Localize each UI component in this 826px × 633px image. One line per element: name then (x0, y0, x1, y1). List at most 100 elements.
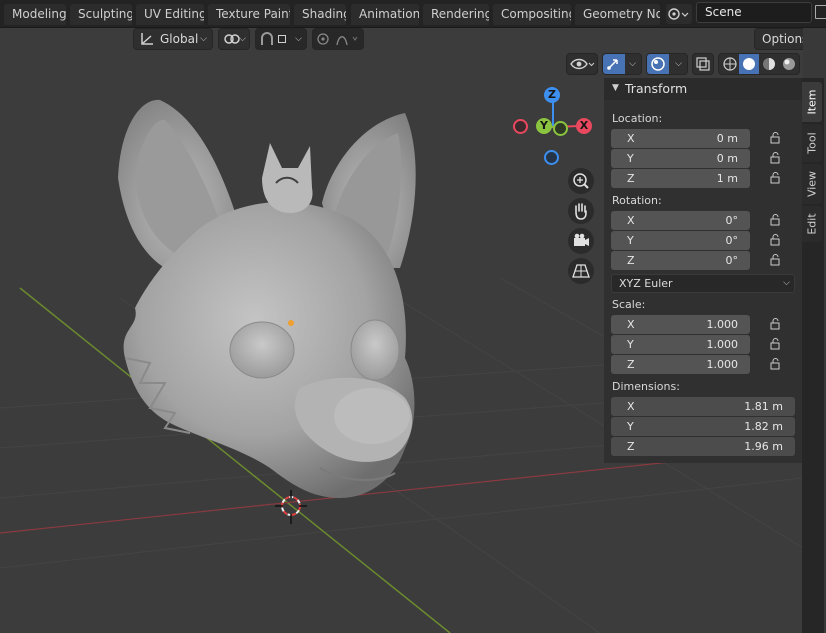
tab-modeling[interactable]: Modeling (4, 4, 66, 25)
field-value: 0° (725, 214, 739, 227)
scene-browse-button[interactable] (666, 4, 692, 24)
sidebar-tabs: Item Tool View Edit (802, 78, 824, 633)
scale-y-field[interactable]: Y 1.000 (611, 335, 750, 354)
location-x-field[interactable]: X 0 m (611, 129, 750, 148)
overlay-icon (651, 57, 665, 71)
dimensions-label: Dimensions: (612, 380, 680, 393)
chevron-down-icon: ⌵ (783, 278, 790, 288)
scene-icon (668, 8, 689, 20)
tab-shading[interactable]: Shading (294, 4, 346, 25)
scene-name-field[interactable]: Scene (696, 2, 812, 23)
tab-tool[interactable]: Tool (802, 124, 822, 162)
axis-label: X (627, 318, 635, 331)
chevron-down-icon: ⌵ (629, 59, 636, 69)
gizmo-y-axis[interactable]: Y (536, 118, 552, 134)
shading-solid-icon[interactable] (739, 54, 759, 74)
lock-icon[interactable] (770, 338, 782, 350)
tab-geometry-nodes[interactable]: Geometry Nod (575, 4, 660, 25)
tab-view[interactable]: View (802, 164, 822, 204)
axis-label: Y (627, 152, 634, 165)
tab-compositing[interactable]: Compositing (493, 4, 571, 25)
axis-label: X (627, 214, 635, 227)
lock-icon[interactable] (770, 234, 782, 246)
axis-label: Z (627, 440, 635, 453)
zoom-icon (573, 173, 589, 189)
tab-rendering[interactable]: Rendering (423, 4, 489, 25)
shading-material-icon[interactable] (759, 54, 779, 74)
field-value: 0° (725, 254, 739, 267)
perspective-toggle-button[interactable] (568, 258, 594, 284)
visibility-dropdown[interactable] (566, 53, 598, 75)
camera-view-button[interactable] (568, 228, 594, 254)
shading-mode-group (718, 53, 800, 75)
pivot-point-dropdown[interactable]: ⌵ (218, 28, 250, 50)
lock-icon[interactable] (770, 318, 782, 330)
orientation-label: Global (160, 32, 199, 46)
lock-icon[interactable] (770, 172, 782, 184)
lock-icon[interactable] (770, 152, 782, 164)
axis-label: Z (627, 358, 635, 371)
gizmo-neg-y-axis[interactable] (553, 121, 568, 136)
location-y-field[interactable]: Y 0 m (611, 149, 750, 168)
tab-item[interactable]: Item (802, 82, 822, 122)
pan-hand-icon (575, 203, 587, 220)
tab-sculpting[interactable]: Sculpting (70, 4, 132, 25)
field-value: 1.81 m (744, 400, 783, 413)
shading-rendered-icon[interactable] (779, 54, 799, 74)
lock-icon[interactable] (770, 358, 782, 370)
rotation-mode-dropdown[interactable]: XYZ Euler ⌵ (611, 274, 795, 293)
zoom-button[interactable] (568, 168, 594, 194)
fox-head-model[interactable] (118, 99, 416, 498)
gizmo-neg-x-axis[interactable] (513, 119, 528, 134)
lock-icon[interactable] (770, 214, 782, 226)
pan-button[interactable] (568, 198, 594, 224)
overlay-toggle[interactable]: ⌵ (646, 53, 688, 75)
snap-dropdown[interactable]: ⌵ (255, 28, 307, 50)
rotation-z-field[interactable]: Z 0° (611, 251, 750, 270)
scale-z-field[interactable]: Z 1.000 (611, 355, 750, 374)
origin-dot (288, 320, 294, 326)
transform-panel-header[interactable]: ▼ Transform (604, 78, 802, 100)
field-value: 1.82 m (744, 420, 783, 433)
xray-toggle[interactable] (692, 53, 714, 75)
field-value: 1.000 (706, 338, 739, 351)
options-dropdown[interactable]: Options ⌵ (754, 28, 803, 50)
gizmo-neg-z-axis[interactable] (544, 150, 559, 165)
field-value: 1.000 (706, 358, 739, 371)
tab-label: Edit (805, 213, 819, 235)
chevron-down-icon: ⌵ (675, 59, 682, 69)
gizmo-toggle-icon (607, 59, 618, 70)
proportional-edit-icon (317, 33, 358, 46)
dimensions-x-field[interactable]: X 1.81 m (611, 397, 795, 416)
tab-uv-editing[interactable]: UV Editing (136, 4, 204, 25)
lock-icon[interactable] (770, 254, 782, 266)
scale-x-field[interactable]: X 1.000 (611, 315, 750, 334)
lock-icon[interactable] (770, 132, 782, 144)
rotation-x-field[interactable]: X 0° (611, 211, 750, 230)
gizmo-toggle[interactable]: ⌵ (602, 53, 642, 75)
new-scene-icon[interactable] (815, 5, 826, 19)
sidebar-n-panel: ▼ Transform Location: X 0 m Y 0 m Z 1 m … (604, 78, 802, 463)
3d-cursor[interactable] (275, 490, 307, 524)
tab-animation[interactable]: Animation (351, 4, 419, 25)
tab-label: Item (805, 89, 819, 115)
rotation-y-field[interactable]: Y 0° (611, 231, 750, 250)
perspective-grid-icon (572, 264, 590, 278)
panel-title: Transform (625, 81, 688, 96)
axis-label: Y (627, 420, 634, 433)
location-z-field[interactable]: Z 1 m (611, 169, 750, 188)
transform-orientation-dropdown[interactable]: Global ⌵ (133, 28, 213, 50)
dimensions-z-field[interactable]: Z 1.96 m (611, 437, 795, 456)
field-value: 1.96 m (744, 440, 783, 453)
dimensions-y-field[interactable]: Y 1.82 m (611, 417, 795, 436)
tab-texture-paint[interactable]: Texture Paint (208, 4, 290, 25)
proportional-edit-dropdown[interactable] (312, 28, 364, 50)
tab-edit[interactable]: Edit (802, 206, 822, 242)
shading-wireframe-icon[interactable] (720, 54, 740, 74)
gizmo-x-axis[interactable]: X (576, 118, 592, 134)
axis-label: X (627, 400, 635, 413)
field-value: 1 m (716, 172, 738, 185)
tab-label: View (805, 170, 819, 198)
gizmo-z-axis[interactable]: Z (544, 87, 560, 103)
chevron-down-icon: ⌵ (295, 34, 302, 44)
